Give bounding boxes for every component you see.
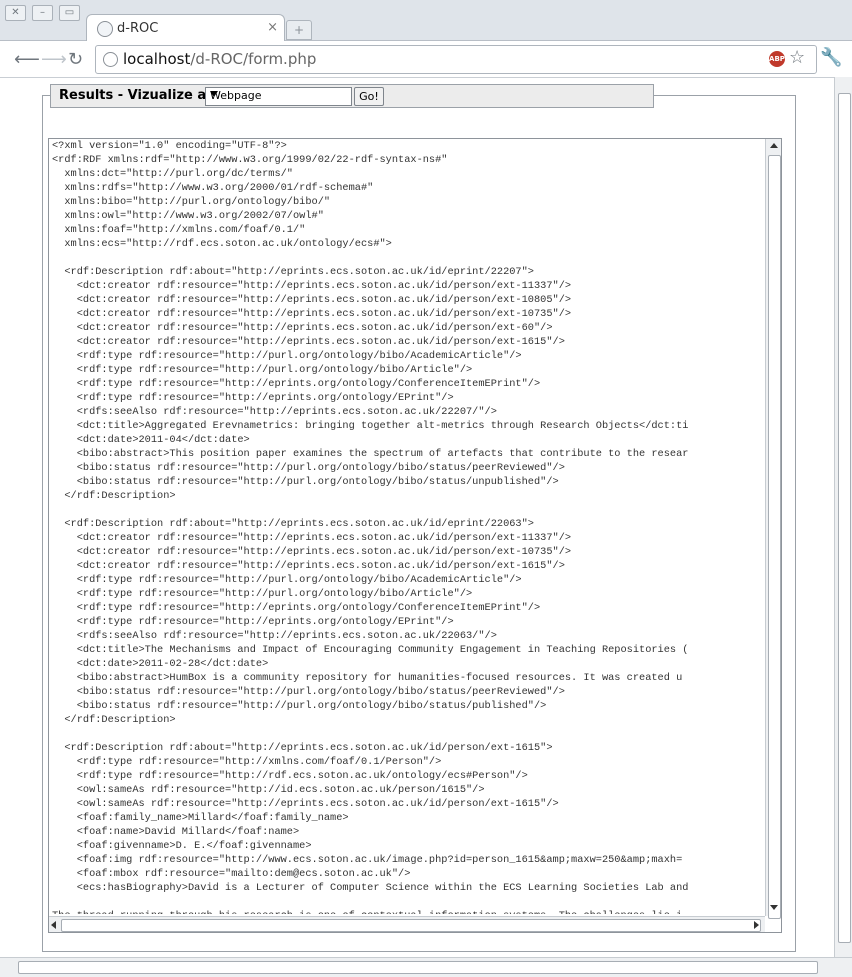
wrench-icon[interactable]: 🔧 bbox=[820, 47, 842, 68]
scroll-up-icon[interactable] bbox=[770, 143, 778, 148]
scroll-left-icon[interactable] bbox=[51, 921, 56, 929]
xml-line: xmlns:ecs="http://rdf.ecs.soton.ac.uk/on… bbox=[52, 238, 392, 250]
results-legend: Results - Vizualize as : Webpage Go! bbox=[50, 84, 654, 108]
xml-line: <dct:creator rdf:resource="http://eprint… bbox=[52, 532, 572, 544]
xml-line: xmlns:foaf="http://xmlns.com/foaf/0.1/" bbox=[52, 224, 306, 236]
xml-line: <rdf:Description rdf:about="http://eprin… bbox=[52, 266, 534, 278]
xml-line: xmlns:owl="http://www.w3.org/2002/07/owl… bbox=[52, 210, 324, 222]
xml-line: <bibo:status rdf:resource="http://purl.o… bbox=[52, 462, 565, 474]
xml-line: <owl:sameAs rdf:resource="http://eprints… bbox=[52, 798, 559, 810]
xml-line: <rdf:type rdf:resource="http://eprints.o… bbox=[52, 616, 454, 628]
textarea-hscroll-thumb[interactable] bbox=[61, 919, 761, 932]
results-textarea[interactable]: <?xml version="1.0" encoding="UTF-8"?> <r… bbox=[48, 138, 782, 933]
xml-line: <foaf:givenname>D. E.</foaf:givenname> bbox=[52, 840, 312, 852]
xml-line: <dct:creator rdf:resource="http://eprint… bbox=[52, 280, 572, 292]
textarea-horizontal-scrollbar[interactable] bbox=[49, 916, 765, 932]
xml-line: <dct:creator rdf:resource="http://eprint… bbox=[52, 322, 553, 334]
xml-line bbox=[52, 895, 764, 909]
xml-line bbox=[52, 727, 764, 741]
page-viewport: Results - Vizualize as : Webpage Go! <?x… bbox=[0, 77, 834, 958]
textarea-scroll-thumb[interactable] bbox=[768, 155, 781, 919]
xml-line: <dct:title>Aggregated Erevnametrics: bri… bbox=[52, 420, 689, 432]
page-hscroll-thumb[interactable] bbox=[18, 961, 818, 974]
xml-line: xmlns:rdfs="http://www.w3.org/2000/01/rd… bbox=[52, 182, 374, 194]
xml-line: <rdfs:seeAlso rdf:resource="http://eprin… bbox=[52, 406, 497, 418]
xml-line: xmlns:bibo="http://purl.org/ontology/bib… bbox=[52, 196, 331, 208]
address-bar[interactable]: localhost/d-ROC/form.php ABP ☆ bbox=[95, 45, 817, 74]
xml-line: <ecs:hasBiography>David is a Lecturer of… bbox=[52, 882, 689, 894]
xml-line: <dct:creator rdf:resource="http://eprint… bbox=[52, 336, 565, 348]
xml-line: <bibo:status rdf:resource="http://purl.o… bbox=[52, 700, 547, 712]
xml-line: <rdf:type rdf:resource="http://xmlns.com… bbox=[52, 756, 442, 768]
xml-line: </rdf:Description> bbox=[52, 490, 176, 502]
xml-line: <rdf:type rdf:resource="http://rdf.ecs.s… bbox=[52, 770, 528, 782]
back-arrow-icon[interactable]: ⟵ bbox=[14, 49, 40, 70]
xml-line: <bibo:abstract>This position paper exami… bbox=[52, 448, 689, 460]
xml-line: <foaf:img rdf:resource="http://www.ecs.s… bbox=[52, 854, 683, 866]
xml-line: <dct:creator rdf:resource="http://eprint… bbox=[52, 560, 565, 572]
xml-line: <bibo:status rdf:resource="http://purl.o… bbox=[52, 476, 559, 488]
go-button[interactable]: Go! bbox=[354, 87, 384, 106]
xml-line: <rdf:RDF xmlns:rdf="http://www.w3.org/19… bbox=[52, 154, 448, 166]
tab-d-roc[interactable]: d-ROC × bbox=[86, 14, 285, 42]
xml-line: <rdf:Description rdf:about="http://eprin… bbox=[52, 518, 534, 530]
xml-line: <dct:title>The Mechanisms and Impact of … bbox=[52, 644, 689, 656]
xml-content[interactable]: <?xml version="1.0" encoding="UTF-8"?> <r… bbox=[52, 139, 764, 914]
xml-line: <bibo:abstract>HumBox is a community rep… bbox=[52, 672, 683, 684]
visualize-select[interactable]: Webpage bbox=[205, 87, 352, 106]
scroll-right-icon[interactable] bbox=[754, 921, 759, 929]
maximize-window-icon[interactable]: ▭ bbox=[59, 5, 80, 21]
reload-icon[interactable]: ↻ bbox=[68, 49, 83, 70]
xml-line bbox=[52, 251, 764, 265]
xml-line: </rdf:Description> bbox=[52, 714, 176, 726]
scroll-down-icon[interactable] bbox=[770, 905, 778, 910]
window-titlebar: ✕ – ▭ d-ROC × + bbox=[0, 0, 852, 42]
xml-line: <rdf:Description rdf:about="http://eprin… bbox=[52, 742, 553, 754]
xml-line: <dct:creator rdf:resource="http://eprint… bbox=[52, 308, 572, 320]
minimize-window-icon[interactable]: – bbox=[32, 5, 53, 21]
url-path: /d-ROC/form.php bbox=[190, 50, 317, 68]
xml-line: <foaf:family_name>Millard</foaf:family_n… bbox=[52, 812, 349, 824]
xml-line: <rdf:type rdf:resource="http://eprints.o… bbox=[52, 378, 541, 390]
url-host: localhost bbox=[123, 50, 191, 68]
forward-arrow-icon[interactable]: ⟶ bbox=[41, 49, 67, 70]
xml-line: <owl:sameAs rdf:resource="http://id.ecs.… bbox=[52, 784, 485, 796]
xml-line: <bibo:status rdf:resource="http://purl.o… bbox=[52, 686, 565, 698]
page-scroll-thumb[interactable] bbox=[838, 93, 851, 943]
xml-line: <rdf:type rdf:resource="http://eprints.o… bbox=[52, 602, 541, 614]
close-tab-icon[interactable]: × bbox=[267, 20, 278, 35]
chevron-down-icon bbox=[210, 91, 218, 97]
xml-line: <dct:date>2011-02-28</dct:date> bbox=[52, 658, 269, 670]
adblock-icon[interactable]: ABP bbox=[769, 51, 785, 67]
page-favicon-icon bbox=[97, 21, 113, 37]
xml-line: <rdf:type rdf:resource="http://eprints.o… bbox=[52, 392, 454, 404]
xml-line bbox=[52, 503, 764, 517]
legend-label: Results - Vizualize as : bbox=[59, 88, 224, 103]
textarea-vertical-scrollbar[interactable] bbox=[765, 139, 781, 919]
xml-line: <?xml version="1.0" encoding="UTF-8"?> bbox=[52, 140, 287, 152]
xml-line: The thread running through his research … bbox=[52, 909, 764, 914]
xml-line: <rdf:type rdf:resource="http://purl.org/… bbox=[52, 364, 473, 376]
page-vertical-scrollbar[interactable] bbox=[834, 77, 852, 957]
new-tab-icon[interactable]: + bbox=[286, 20, 312, 40]
page-horizontal-scrollbar[interactable] bbox=[0, 957, 852, 977]
xml-line: <foaf:mbox rdf:resource="mailto:dem@ecs.… bbox=[52, 868, 411, 880]
xml-line: <rdfs:seeAlso rdf:resource="http://eprin… bbox=[52, 630, 497, 642]
xml-line: <rdf:type rdf:resource="http://purl.org/… bbox=[52, 350, 522, 362]
close-window-icon[interactable]: ✕ bbox=[5, 5, 26, 21]
tab-title: d-ROC bbox=[117, 21, 159, 36]
xml-line: <rdf:type rdf:resource="http://purl.org/… bbox=[52, 574, 522, 586]
xml-line: xmlns:dct="http://purl.org/dc/terms/" bbox=[52, 168, 293, 180]
page-info-icon[interactable] bbox=[103, 52, 118, 67]
xml-line: <foaf:name>David Millard</foaf:name> bbox=[52, 826, 300, 838]
xml-line: <rdf:type rdf:resource="http://purl.org/… bbox=[52, 588, 473, 600]
url-text[interactable]: localhost/d-ROC/form.php bbox=[123, 50, 316, 68]
bookmark-star-icon[interactable]: ☆ bbox=[789, 47, 805, 68]
xml-line: <dct:creator rdf:resource="http://eprint… bbox=[52, 546, 572, 558]
xml-line: <dct:date>2011-04</dct:date> bbox=[52, 434, 250, 446]
xml-line: <dct:creator rdf:resource="http://eprint… bbox=[52, 294, 572, 306]
